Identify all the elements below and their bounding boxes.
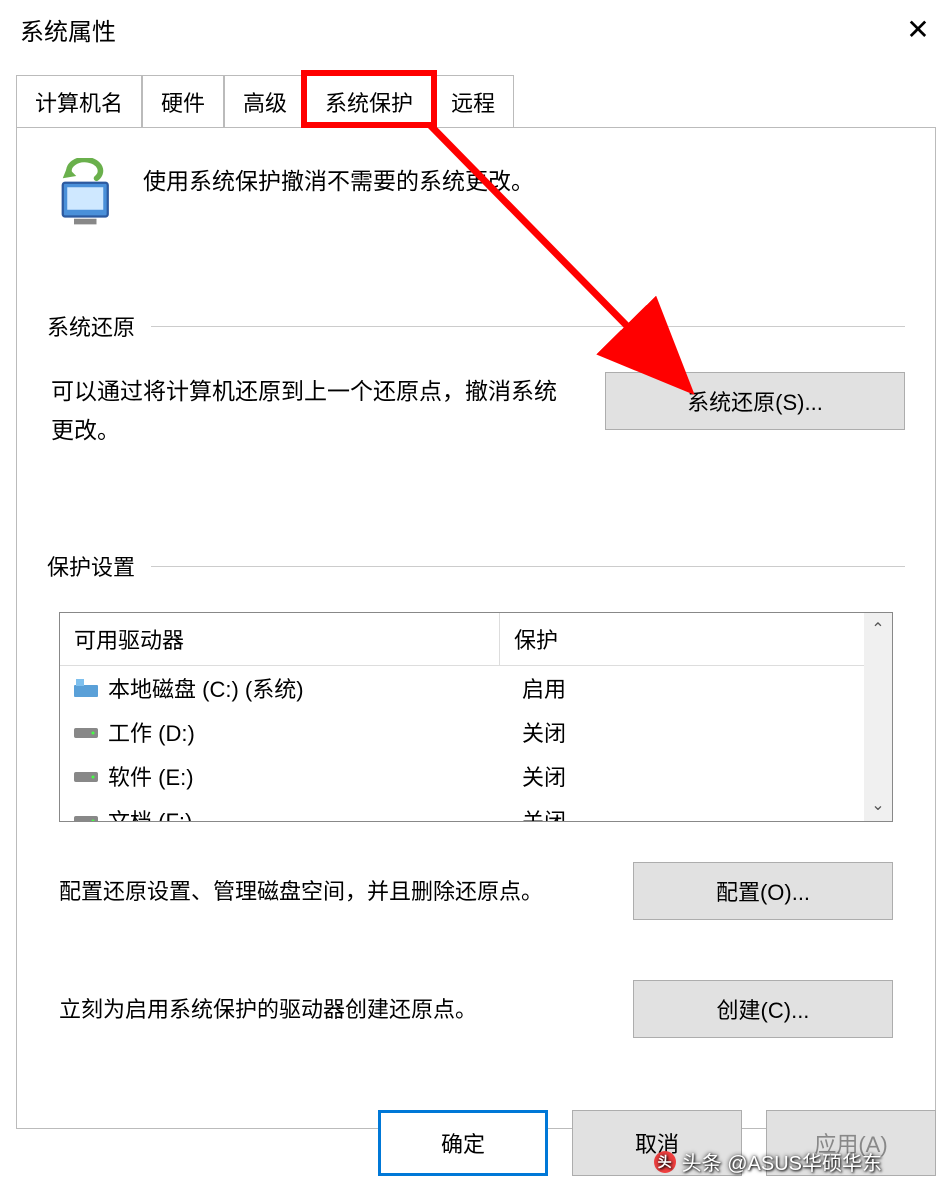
create-restore-point-button[interactable]: 创建(C)... bbox=[633, 980, 893, 1038]
drive-name: 软件 (E:) bbox=[108, 760, 508, 792]
restore-description: 可以通过将计算机还原到上一个还原点，撤消系统更改。 bbox=[47, 372, 575, 450]
ok-button[interactable]: 确定 bbox=[378, 1110, 548, 1176]
drive-name: 文档 (F:) bbox=[108, 804, 508, 822]
drive-name: 本地磁盘 (C:) (系统) bbox=[108, 672, 508, 704]
scrollbar[interactable]: ⌃ ⌄ bbox=[864, 613, 892, 821]
drive-status: 关闭 bbox=[508, 760, 892, 792]
configure-button[interactable]: 配置(O)... bbox=[633, 862, 893, 920]
column-drive[interactable]: 可用驱动器 bbox=[60, 613, 500, 665]
drive-list[interactable]: 可用驱动器 保护 本地磁盘 (C:) (系统) 启用 工作 (D:) 关闭 bbox=[59, 612, 893, 822]
configure-description: 配置还原设置、管理磁盘空间，并且删除还原点。 bbox=[59, 874, 593, 909]
system-protection-icon bbox=[47, 158, 119, 230]
tab-computer-name[interactable]: 计算机名 bbox=[16, 75, 142, 127]
close-icon[interactable]: ✕ bbox=[898, 13, 938, 46]
section-label: 系统还原 bbox=[47, 310, 135, 342]
drive-list-header: 可用驱动器 保护 bbox=[60, 613, 892, 666]
drive-row[interactable]: 软件 (E:) 关闭 bbox=[60, 754, 892, 798]
scroll-down-icon[interactable]: ⌄ bbox=[871, 795, 884, 815]
divider bbox=[151, 326, 905, 327]
hdd-icon bbox=[74, 767, 98, 785]
tab-label: 硬件 bbox=[161, 91, 205, 116]
tab-hardware[interactable]: 硬件 bbox=[142, 75, 224, 127]
divider bbox=[151, 566, 905, 567]
tab-advanced[interactable]: 高级 bbox=[224, 75, 306, 127]
system-disk-icon bbox=[74, 679, 98, 697]
window-title: 系统属性 bbox=[20, 12, 116, 47]
drive-status: 启用 bbox=[508, 672, 892, 704]
intro-text: 使用系统保护撤消不需要的系统更改。 bbox=[143, 158, 534, 196]
apply-button[interactable]: 应用(A) bbox=[766, 1110, 936, 1176]
tab-system-protection[interactable]: 系统保护 bbox=[306, 75, 432, 128]
column-status[interactable]: 保护 bbox=[500, 613, 892, 665]
tab-label: 系统保护 bbox=[325, 91, 413, 116]
tab-strip: 计算机名 硬件 高级 系统保护 远程 bbox=[16, 75, 952, 127]
drive-row[interactable]: 工作 (D:) 关闭 bbox=[60, 710, 892, 754]
drive-row[interactable]: 本地磁盘 (C:) (系统) 启用 bbox=[60, 666, 892, 710]
create-description: 立刻为启用系统保护的驱动器创建还原点。 bbox=[59, 992, 593, 1027]
drive-status: 关闭 bbox=[508, 716, 892, 748]
drive-row[interactable]: 文档 (F:) 关闭 bbox=[60, 798, 892, 822]
system-protection-panel: 使用系统保护撤消不需要的系统更改。 系统还原 可以通过将计算机还原到上一个还原点… bbox=[16, 127, 936, 1129]
drive-name: 工作 (D:) bbox=[108, 716, 508, 748]
section-protection-header: 保护设置 bbox=[47, 550, 905, 582]
section-label: 保护设置 bbox=[47, 550, 135, 582]
drive-status: 关闭 bbox=[508, 804, 892, 822]
tab-remote[interactable]: 远程 bbox=[432, 75, 514, 127]
cancel-button[interactable]: 取消 bbox=[572, 1110, 742, 1176]
section-restore-header: 系统还原 bbox=[47, 310, 905, 342]
dialog-footer: 确定 取消 应用(A) bbox=[378, 1110, 936, 1176]
tab-label: 计算机名 bbox=[35, 91, 123, 116]
hdd-icon bbox=[74, 723, 98, 741]
scroll-up-icon[interactable]: ⌃ bbox=[871, 619, 884, 639]
system-restore-button[interactable]: 系统还原(S)... bbox=[605, 372, 905, 430]
tab-label: 高级 bbox=[243, 91, 287, 116]
tab-label: 远程 bbox=[451, 91, 495, 116]
titlebar: 系统属性 ✕ bbox=[0, 0, 952, 67]
hdd-icon bbox=[74, 811, 98, 822]
